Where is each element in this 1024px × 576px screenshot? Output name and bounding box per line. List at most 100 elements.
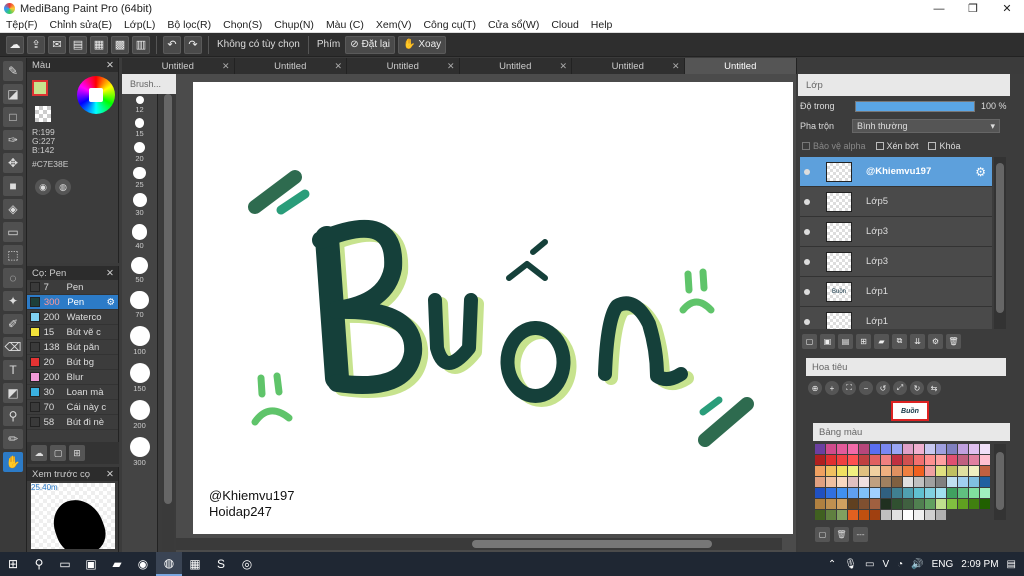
magic-wand-icon[interactable]: ✦ bbox=[3, 291, 23, 311]
text-tool-icon[interactable]: T bbox=[3, 360, 23, 380]
pen-tool-icon[interactable]: ✑ bbox=[3, 130, 23, 150]
brush-size-scrollbar[interactable] bbox=[162, 94, 174, 550]
palette-new-icon[interactable]: ▢ bbox=[815, 526, 830, 542]
palette-swatch[interactable] bbox=[958, 466, 968, 476]
move-tool-icon[interactable]: ✥ bbox=[3, 153, 23, 173]
battery-icon[interactable]: ▭ bbox=[865, 559, 874, 570]
menu-edit[interactable]: Chỉnh sửa(E) bbox=[44, 19, 118, 31]
panels-icon[interactable]: ▥ bbox=[132, 35, 150, 54]
document-tab[interactable]: Untitled ✕ bbox=[122, 58, 235, 74]
volume-icon[interactable]: 🔊 bbox=[911, 559, 923, 570]
palette-swatch[interactable] bbox=[848, 444, 858, 454]
palette-swatch[interactable] bbox=[892, 466, 902, 476]
scroll-thumb[interactable] bbox=[472, 540, 712, 548]
palette-icon[interactable]: ◉ bbox=[35, 179, 51, 195]
visibility-icon[interactable] bbox=[800, 318, 814, 325]
gradient-tool-icon[interactable]: ▭ bbox=[3, 222, 23, 242]
palette-scrollbar[interactable] bbox=[994, 444, 1006, 520]
zoom-fit-icon[interactable]: ⊕ bbox=[808, 381, 822, 395]
brush-list-item[interactable]: 200 Waterco bbox=[27, 310, 118, 325]
notification-icon[interactable]: ▤ bbox=[1007, 559, 1016, 570]
palette-swatch[interactable] bbox=[826, 488, 836, 498]
palette-swatch[interactable] bbox=[881, 499, 891, 509]
palette-swatch[interactable] bbox=[837, 455, 847, 465]
chrome-icon[interactable]: ◉ bbox=[130, 552, 156, 576]
menu-cloud[interactable]: Cloud bbox=[545, 19, 584, 31]
zalo-icon[interactable]: ◎ bbox=[234, 552, 260, 576]
palette-swatch[interactable] bbox=[936, 444, 946, 454]
medibang-icon[interactable]: ◍ bbox=[156, 552, 182, 576]
brush-size-option[interactable]: 70 bbox=[122, 290, 157, 319]
layer-settings-icon[interactable]: ⚙ bbox=[928, 333, 943, 349]
select-pen-icon[interactable]: ✐ bbox=[3, 314, 23, 334]
palette-swatch[interactable] bbox=[848, 499, 858, 509]
secondary-color-swatch[interactable] bbox=[35, 106, 51, 122]
redo-icon[interactable]: ↷ bbox=[184, 35, 202, 54]
menu-window[interactable]: Cửa sổ(W) bbox=[482, 19, 545, 31]
skype-icon[interactable]: S bbox=[208, 552, 234, 576]
canvas-horizontal-scrollbar[interactable] bbox=[176, 538, 782, 550]
palette-swatch[interactable] bbox=[925, 510, 935, 520]
upload-icon[interactable]: ⇪ bbox=[27, 35, 45, 54]
protect-alpha-checkbox[interactable]: Bảo vệ alpha bbox=[802, 141, 866, 151]
panel-close-icon[interactable]: ✕ bbox=[106, 469, 114, 480]
palette-swatch[interactable] bbox=[914, 510, 924, 520]
delete-layer-icon[interactable]: 🗑 bbox=[946, 333, 961, 349]
menu-layer[interactable]: Lớp(L) bbox=[118, 19, 161, 31]
palette-swatch[interactable] bbox=[980, 488, 990, 498]
palette-swatch[interactable] bbox=[859, 510, 869, 520]
palette-swatch[interactable] bbox=[903, 466, 913, 476]
visibility-icon[interactable] bbox=[800, 288, 814, 295]
gear-icon[interactable]: ⚙ bbox=[975, 165, 986, 179]
eyedropper-tool-icon[interactable]: ⚲ bbox=[3, 406, 23, 426]
fill-rect-tool-icon[interactable]: ■ bbox=[3, 176, 23, 196]
palette-swatch[interactable] bbox=[881, 510, 891, 520]
layer-row[interactable]: @Khiemvu197 ⚙ bbox=[800, 157, 992, 187]
rotate-left-icon[interactable]: ↺ bbox=[876, 381, 890, 395]
palette-swatch[interactable] bbox=[936, 477, 946, 487]
palette-swatch[interactable] bbox=[936, 510, 946, 520]
new-halftone-layer-icon[interactable]: ▣ bbox=[820, 333, 835, 349]
scroll-thumb[interactable] bbox=[996, 452, 1004, 510]
close-button[interactable]: ✕ bbox=[990, 0, 1024, 17]
palette-swatch[interactable] bbox=[969, 455, 979, 465]
tab-close-icon[interactable]: ✕ bbox=[672, 61, 680, 72]
palette-swatch[interactable] bbox=[881, 444, 891, 454]
file-explorer-icon[interactable]: ▰ bbox=[104, 552, 130, 576]
actual-size-icon[interactable]: ⛶ bbox=[842, 381, 856, 395]
brush-list-item[interactable]: 15 Bút vẽ c bbox=[27, 325, 118, 340]
palette-swatch[interactable] bbox=[848, 510, 858, 520]
palette-swatch[interactable] bbox=[859, 499, 869, 509]
palette-swatch[interactable] bbox=[969, 488, 979, 498]
palette-swatch[interactable] bbox=[881, 488, 891, 498]
palette-swatch[interactable] bbox=[892, 455, 902, 465]
brush-size-option[interactable]: 12 bbox=[122, 96, 157, 114]
layer-scrollbar[interactable] bbox=[994, 157, 1006, 329]
palette-swatch[interactable] bbox=[837, 499, 847, 509]
brush-size-option[interactable]: 40 bbox=[122, 224, 157, 250]
language-indicator[interactable]: ENG bbox=[932, 559, 954, 570]
menu-select[interactable]: Chọn(S) bbox=[217, 19, 268, 31]
minimize-button[interactable]: — bbox=[922, 0, 956, 17]
palette-swatch[interactable] bbox=[837, 510, 847, 520]
palette-swatch[interactable] bbox=[826, 444, 836, 454]
palette-swatch[interactable] bbox=[947, 466, 957, 476]
palette-swatch[interactable] bbox=[892, 488, 902, 498]
palette-swatch[interactable] bbox=[925, 488, 935, 498]
scroll-thumb[interactable] bbox=[996, 163, 1004, 313]
brush-add-icon[interactable]: ⊞ bbox=[69, 445, 85, 461]
palette-swatch[interactable] bbox=[848, 455, 858, 465]
cloud-icon[interactable]: ☁ bbox=[6, 35, 24, 54]
opacity-slider[interactable] bbox=[855, 100, 975, 112]
palette-swatch[interactable] bbox=[936, 455, 946, 465]
palette-swatch[interactable] bbox=[925, 455, 935, 465]
palette-swatch[interactable] bbox=[892, 477, 902, 487]
palette-swatch[interactable] bbox=[903, 477, 913, 487]
rectangle-tool-icon[interactable]: □ bbox=[3, 107, 23, 127]
brush-size-option[interactable]: 50 bbox=[122, 256, 157, 284]
fit-window-icon[interactable]: ⤢ bbox=[893, 381, 907, 395]
store-icon[interactable]: ▣ bbox=[78, 552, 104, 576]
palette-swatch[interactable] bbox=[837, 466, 847, 476]
rotate-right-icon[interactable]: ↻ bbox=[910, 381, 924, 395]
brush-list-item[interactable]: 200 Blur bbox=[27, 370, 118, 385]
